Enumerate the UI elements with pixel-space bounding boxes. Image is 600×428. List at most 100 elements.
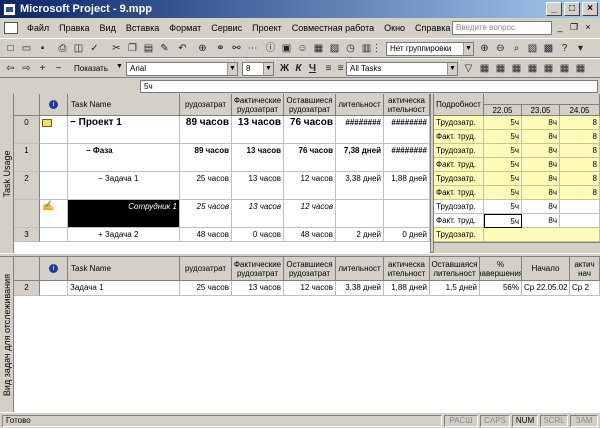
doc-restore-icon[interactable]: ❐: [568, 21, 580, 33]
actual-work-cell[interactable]: 13 часов: [232, 200, 284, 228]
publish-icon[interactable]: ▦: [312, 42, 325, 55]
view-icon-3[interactable]: ▦: [510, 62, 523, 75]
actual-work-cell[interactable]: 13 часов: [232, 281, 284, 296]
header-actual-work[interactable]: Фактические рудозатрат: [232, 94, 284, 116]
menu-help[interactable]: Справка: [410, 23, 455, 33]
actual-work-cell[interactable]: 13 часов: [232, 144, 284, 172]
timephased-cell[interactable]: 5ч: [484, 186, 522, 200]
task-name[interactable]: Задача 1: [68, 281, 180, 296]
note-icon[interactable]: [40, 116, 68, 144]
close-button[interactable]: ×: [582, 2, 598, 16]
task-name[interactable]: − Проект 1: [68, 116, 180, 144]
duration-cell[interactable]: [336, 200, 384, 228]
timephased-cell[interactable]: 8ч: [522, 116, 560, 130]
indicators-header[interactable]: i: [40, 257, 68, 281]
copy-icon[interactable]: ❐: [126, 42, 139, 55]
header-start[interactable]: Начало: [522, 257, 570, 281]
copy-picture-wizard-icon[interactable]: ▧: [526, 42, 539, 55]
hide-subtasks-icon[interactable]: −: [52, 62, 65, 75]
timephased-cell[interactable]: 5ч: [484, 130, 522, 144]
task-name[interactable]: − Фаза: [68, 144, 180, 172]
selected-timephased-cell[interactable]: 5ч: [484, 214, 522, 228]
row-number[interactable]: [14, 200, 40, 228]
save-icon[interactable]: ▪: [36, 42, 49, 55]
remaining-work-cell[interactable]: 48 часов: [284, 228, 336, 242]
show-dropdown-icon[interactable]: ▼: [116, 63, 123, 70]
remaining-duration-cell[interactable]: 1,5 дней: [430, 281, 480, 296]
duration-cell[interactable]: 2 дней: [336, 228, 384, 242]
actual-duration-cell[interactable]: [384, 200, 430, 228]
group-by-select[interactable]: Нет группировки ▼: [386, 42, 474, 56]
timescale-date-1[interactable]: 22.05: [484, 105, 522, 116]
row-number[interactable]: 0: [14, 116, 40, 144]
actual-start-cell[interactable]: Ср 2: [570, 281, 600, 296]
hyperlink-icon[interactable]: ⊕: [196, 42, 209, 55]
italic-button[interactable]: К: [292, 62, 305, 75]
actual-work-cell[interactable]: 13 часов: [232, 172, 284, 200]
row-number[interactable]: 1: [14, 144, 40, 172]
change-working-time-icon[interactable]: ◷: [344, 42, 357, 55]
cut-icon[interactable]: ✂: [110, 42, 123, 55]
timephased-cell[interactable]: [484, 228, 600, 242]
doc-close-icon[interactable]: ×: [582, 21, 594, 33]
header-details[interactable]: Подробност: [434, 94, 484, 116]
actual-duration-cell[interactable]: 1,88 дней: [384, 172, 430, 200]
timephased-cell[interactable]: 8ч: [522, 158, 560, 172]
timephased-cell[interactable]: [560, 214, 600, 228]
new-icon[interactable]: □: [4, 42, 17, 55]
view-icon-6[interactable]: ▦: [558, 62, 571, 75]
arrow-left-icon[interactable]: ⇦: [4, 62, 17, 75]
timephased-cell[interactable]: 8ч: [522, 200, 560, 214]
header-duration[interactable]: лительност: [336, 257, 384, 281]
underline-button[interactable]: Ч: [306, 62, 319, 75]
select-all-header[interactable]: [14, 257, 40, 281]
maximize-button[interactable]: □: [564, 2, 580, 16]
zoom-out-icon[interactable]: ⊖: [494, 42, 507, 55]
indicators-header[interactable]: i: [40, 94, 68, 116]
grid-icon[interactable]: ⋮: [370, 42, 383, 55]
timephased-cell[interactable]: 8: [560, 158, 600, 172]
actual-work-cell[interactable]: 13 часов: [232, 116, 284, 144]
timephased-cell[interactable]: 8ч: [522, 130, 560, 144]
select-all-header[interactable]: [14, 94, 40, 116]
task-notes-icon[interactable]: ▣: [280, 42, 293, 55]
header-remaining-duration[interactable]: Оставшаяся лительност: [430, 257, 480, 281]
work-cell[interactable]: 25 часов: [180, 281, 232, 296]
task-name[interactable]: − Задача 1: [68, 172, 180, 200]
header-work[interactable]: рудозатрат: [180, 94, 232, 116]
header-percent-complete[interactable]: % завершения: [480, 257, 522, 281]
paste-icon[interactable]: ▤: [142, 42, 155, 55]
font-select[interactable]: Arial ▼: [126, 62, 238, 76]
menu-edit[interactable]: Правка: [54, 23, 94, 33]
arrow-right-icon[interactable]: ⇨: [20, 62, 33, 75]
actual-duration-cell[interactable]: ########: [384, 116, 430, 144]
print-icon[interactable]: ⎙: [56, 42, 69, 55]
timephased-cell[interactable]: 8ч: [522, 214, 560, 228]
header-task-name[interactable]: Task Name: [68, 257, 180, 281]
goto-task-icon[interactable]: ⌕: [510, 42, 523, 55]
unlink-tasks-icon[interactable]: ⚯: [230, 42, 243, 55]
row-number[interactable]: 2: [14, 281, 40, 296]
actual-work-cell[interactable]: 0 часов: [232, 228, 284, 242]
percent-complete-cell[interactable]: 56%: [480, 281, 522, 296]
header-actual-start[interactable]: актич нач: [570, 257, 600, 281]
header-actual-work[interactable]: Фактические рудозатрат: [232, 257, 284, 281]
assignment-name[interactable]: Сотрудник 1: [68, 200, 180, 228]
document-icon[interactable]: [4, 22, 18, 34]
zoom-in-icon[interactable]: ⊕: [478, 42, 491, 55]
gantt-wizard-icon[interactable]: ▩: [542, 42, 555, 55]
duration-cell[interactable]: 3,38 дней: [336, 281, 384, 296]
work-cell[interactable]: 25 часов: [180, 172, 232, 200]
header-remaining-work[interactable]: Оставшиеся рудозатрат: [284, 257, 336, 281]
view-icon-1[interactable]: ▦: [478, 62, 491, 75]
menu-format[interactable]: Формат: [164, 23, 206, 33]
header-remaining-work[interactable]: Оставшиеся рудозатрат: [284, 94, 336, 116]
timephased-cell[interactable]: 8ч: [522, 186, 560, 200]
actual-duration-cell[interactable]: ########: [384, 144, 430, 172]
font-size-select[interactable]: 8 ▼: [242, 62, 274, 76]
timephased-cell[interactable]: 5ч: [484, 172, 522, 186]
actual-duration-cell[interactable]: 0 дней: [384, 228, 430, 242]
actual-duration-cell[interactable]: 1,88 дней: [384, 281, 430, 296]
open-icon[interactable]: ▭: [20, 42, 33, 55]
format-painter-icon[interactable]: ✎: [158, 42, 171, 55]
